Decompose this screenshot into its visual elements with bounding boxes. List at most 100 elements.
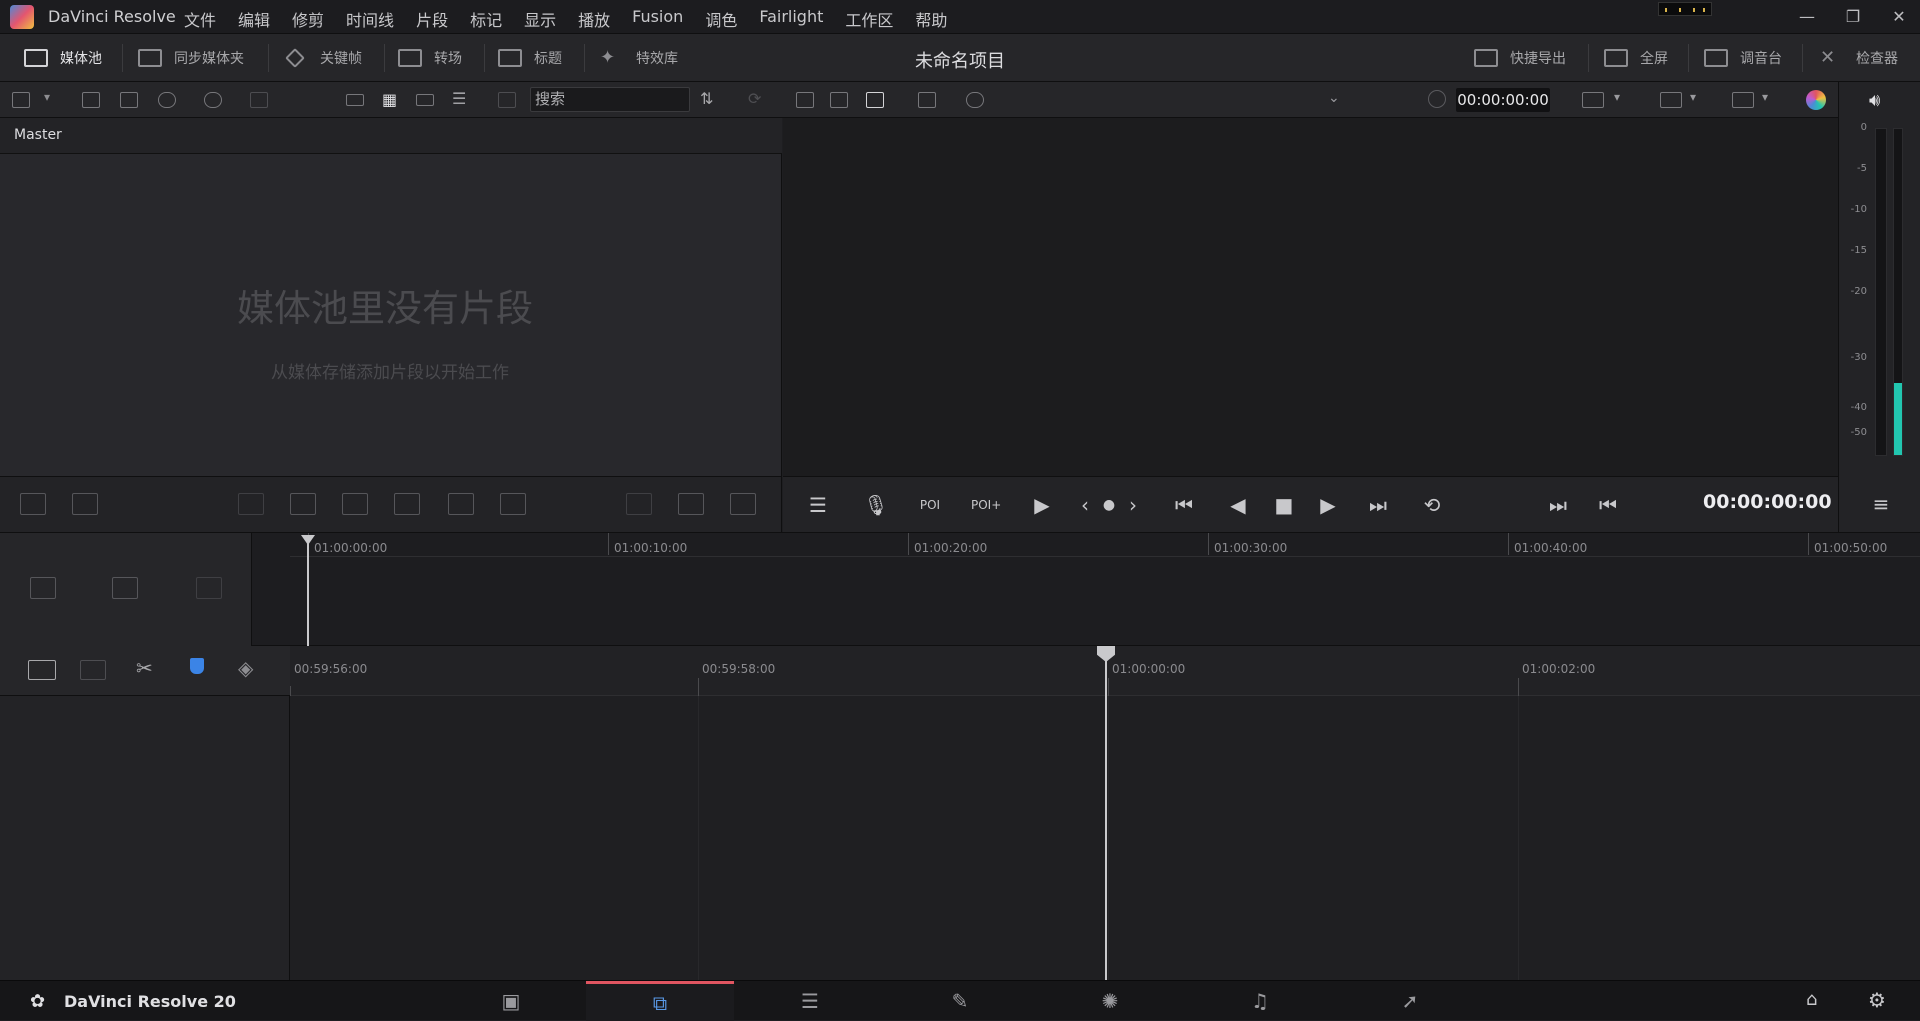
play-icon[interactable]: ▶ xyxy=(1313,491,1343,519)
viewer-source-icon[interactable] xyxy=(796,92,814,108)
home-icon[interactable]: ⌂ xyxy=(1806,989,1817,1010)
menu-file[interactable]: 文件 xyxy=(184,7,216,31)
microphone-icon[interactable]: 🎙︎ xyxy=(861,491,891,519)
page-color[interactable]: ✺ xyxy=(1036,981,1184,1021)
image-icon[interactable] xyxy=(678,493,704,515)
viewer-dropdown-chevron-icon[interactable]: ⌄ xyxy=(1328,90,1340,106)
menu-fairlight[interactable]: Fairlight xyxy=(759,7,823,31)
jog-left-icon[interactable]: ‹ xyxy=(1075,491,1095,519)
page-fairlight[interactable]: ♫ xyxy=(1186,981,1334,1021)
source-overwrite-icon[interactable] xyxy=(394,493,420,515)
settings-gear-icon[interactable]: ⚙ xyxy=(1868,988,1886,1012)
metadata-view-icon[interactable] xyxy=(346,94,364,106)
menu-fusion[interactable]: Fusion xyxy=(632,7,683,31)
zoom-chevron-icon[interactable]: ▾ xyxy=(1614,90,1620,104)
sidebar-toggle-icon[interactable] xyxy=(12,92,30,108)
upper-ruler[interactable]: 01:00:00:00 01:00:10:00 01:00:20:00 01:0… xyxy=(290,533,1920,557)
transport-timecode[interactable]: 00:00:00:00 xyxy=(1703,491,1832,513)
upper-playhead[interactable] xyxy=(307,539,309,647)
poi-icon[interactable]: POI xyxy=(915,491,945,519)
multicam-icon[interactable] xyxy=(918,92,936,108)
viewer-timeline-icon[interactable] xyxy=(830,92,848,108)
media-pool-button[interactable]: 媒体池 xyxy=(24,34,102,82)
zoom-fit-icon[interactable] xyxy=(1582,92,1604,108)
filmstrip-view-icon[interactable] xyxy=(416,94,434,106)
ripple-overwrite-icon[interactable] xyxy=(238,493,264,515)
menu-color[interactable]: 调色 xyxy=(705,7,737,31)
page-deliver[interactable]: ➚ xyxy=(1336,981,1484,1021)
append-end-icon[interactable] xyxy=(500,493,526,515)
smart-insert-icon[interactable] xyxy=(20,493,46,515)
close-up-icon[interactable] xyxy=(290,493,316,515)
page-media[interactable]: ▣ xyxy=(437,981,585,1021)
track-height-icon[interactable] xyxy=(112,577,138,599)
unlink-icon[interactable] xyxy=(250,92,268,108)
restore-button[interactable]: ❐ xyxy=(1842,6,1864,28)
import-media-icon[interactable] xyxy=(82,92,100,108)
fullscreen-button[interactable]: 全屏 xyxy=(1604,34,1668,82)
titles-button[interactable]: 标题 xyxy=(498,34,562,82)
keyframes-button[interactable]: 关键帧 xyxy=(284,34,362,82)
stop-icon[interactable]: ■ xyxy=(1269,491,1299,519)
menu-view[interactable]: 显示 xyxy=(524,7,556,31)
import-folder-icon[interactable] xyxy=(120,92,138,108)
waveform-icon[interactable] xyxy=(730,493,756,515)
safe-area-icon[interactable] xyxy=(966,92,984,108)
scissors-icon[interactable]: ✂ xyxy=(136,656,153,680)
flag-marker-icon[interactable] xyxy=(190,658,204,674)
transitions-button[interactable]: 转场 xyxy=(398,34,462,82)
menu-trim[interactable]: 修剪 xyxy=(292,7,324,31)
menu-playback[interactable]: 播放 xyxy=(578,7,610,31)
page-edit[interactable]: ☰ xyxy=(736,981,884,1021)
quick-export-button[interactable]: 快捷导出 xyxy=(1474,34,1566,82)
menu-mark[interactable]: 标记 xyxy=(470,7,502,31)
hq-chevron-icon[interactable]: ▾ xyxy=(1690,90,1696,104)
viewer-layout-icon[interactable] xyxy=(866,92,884,108)
speaker-icon[interactable]: 🔊︎ xyxy=(1869,90,1880,111)
menu-edit[interactable]: 编辑 xyxy=(238,7,270,31)
poi-add-icon[interactable]: POI+ xyxy=(971,491,1001,519)
thumbnail-view-icon[interactable]: ▦ xyxy=(382,90,397,109)
davinci-logo-icon[interactable] xyxy=(10,5,34,29)
bin-name[interactable]: Master xyxy=(14,127,62,143)
list-view-icon[interactable]: ☰ xyxy=(452,89,466,108)
audio-waveform-toggle-icon[interactable] xyxy=(196,577,222,599)
page-cut[interactable]: ⧉ xyxy=(586,981,734,1021)
chevron-down-icon[interactable]: ▾ xyxy=(44,90,50,104)
viewer-timecode[interactable]: 00:00:00:00 xyxy=(1456,88,1550,112)
previous-edit-icon[interactable]: ⏮ xyxy=(1593,491,1623,519)
options-menu-icon[interactable]: ≡ xyxy=(1866,490,1896,518)
next-edit-icon[interactable]: ⏭ xyxy=(1543,491,1573,519)
search-input[interactable]: 搜索 xyxy=(530,87,690,112)
mixer-button[interactable]: 调音台 xyxy=(1704,34,1782,82)
dynamic-trim-icon[interactable] xyxy=(80,660,106,680)
sort-icon[interactable]: ⇅ xyxy=(700,89,713,108)
loop-icon[interactable]: ⟲ xyxy=(1415,491,1449,519)
place-on-top-icon[interactable] xyxy=(342,493,368,515)
inspector-button[interactable]: ✕ 检查器 xyxy=(1820,34,1898,82)
upper-timeline[interactable]: 01:00:00:00 01:00:10:00 01:00:20:00 01:0… xyxy=(0,532,1920,647)
jog-right-icon[interactable]: › xyxy=(1123,491,1143,519)
sync-bin-button[interactable]: 同步媒体夹 xyxy=(138,34,244,82)
menu-timeline[interactable]: 时间线 xyxy=(346,7,394,31)
timeline-options-icon[interactable] xyxy=(30,577,56,599)
split-icon[interactable] xyxy=(448,493,474,515)
lower-playhead[interactable] xyxy=(1105,656,1107,980)
jog-dot-icon[interactable]: ● xyxy=(1099,491,1119,519)
eyedropper-icon[interactable] xyxy=(498,92,516,108)
menu-clip[interactable]: 片段 xyxy=(416,7,448,31)
snapping-icon[interactable]: ◈ xyxy=(238,656,253,680)
cloud-icon[interactable] xyxy=(158,92,176,108)
play-around-icon[interactable]: ▶ xyxy=(1027,491,1057,519)
transform-icon[interactable] xyxy=(1732,92,1754,108)
go-to-start-icon[interactable]: ⏮ xyxy=(1167,491,1201,519)
refresh-icon[interactable]: ⟳ xyxy=(748,89,761,108)
minimize-button[interactable]: — xyxy=(1796,6,1818,28)
menu-help[interactable]: 帮助 xyxy=(915,7,947,31)
viewer[interactable] xyxy=(783,118,1838,476)
menu-workspace[interactable]: 工作区 xyxy=(845,7,893,31)
trim-mode-icon[interactable] xyxy=(28,660,56,680)
audio-track-icon[interactable] xyxy=(626,493,652,515)
relink-icon[interactable] xyxy=(204,92,222,108)
adjust-sliders-icon[interactable]: ☰ xyxy=(803,491,833,519)
